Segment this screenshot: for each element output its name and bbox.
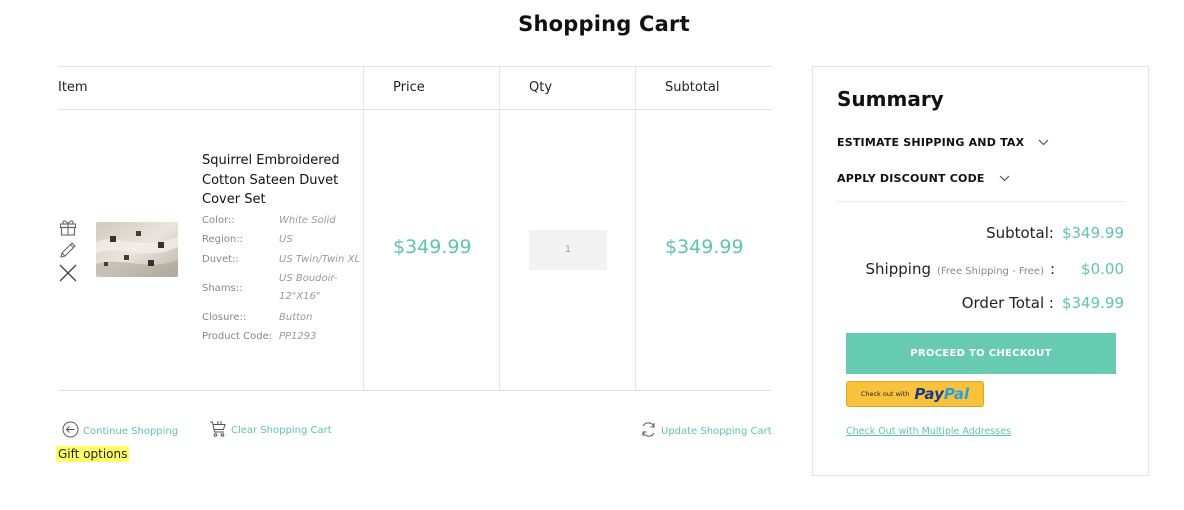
clear-cart-label: Clear Shopping Cart	[231, 425, 332, 436]
gift-options-link[interactable]: Gift options	[56, 446, 130, 462]
qty-input[interactable]	[529, 230, 607, 270]
item-price: $349.99	[393, 236, 472, 258]
option-value: PP1293	[279, 331, 317, 343]
update-cart-link[interactable]: Update Shopping Cart	[640, 421, 772, 441]
update-cart-label: Update Shopping Cart	[661, 425, 772, 437]
option-label: Duvet::	[202, 253, 239, 265]
multiple-addresses-link[interactable]: Check Out with Multiple Addresses	[846, 426, 1011, 437]
order-total-amount: $349.99	[1061, 294, 1124, 312]
subtotal-label: Subtotal:	[986, 224, 1054, 242]
product-options: Color:: White Solid Region:: US Duvet:: …	[202, 211, 364, 346]
chevron-down-icon	[999, 172, 1010, 185]
divider	[58, 390, 772, 391]
paypal-prefix: Check out with	[860, 390, 910, 398]
chevron-down-icon	[1038, 136, 1049, 149]
option-label: Color::	[202, 215, 235, 226]
option-row: Shams:: US Boudoir- 12"X16"	[202, 269, 364, 308]
summary-subtotal-row: Subtotal: $349.99	[986, 224, 1124, 242]
continue-shopping-label: Continue Shopping	[83, 425, 179, 437]
paypal-checkout-button[interactable]: Check out with PayPal	[846, 381, 984, 407]
product-image[interactable]	[96, 222, 178, 277]
page-title: Shopping Cart	[518, 12, 690, 36]
divider	[837, 201, 1125, 202]
option-row: Product Code: PP1293	[202, 327, 364, 346]
option-row: Closure:: Button	[202, 308, 364, 327]
option-row: Region:: US	[202, 230, 364, 249]
shipping-amount: $0.00	[1081, 260, 1124, 278]
summary-total-row: Order Total : $349.99	[962, 294, 1124, 312]
proceed-to-checkout-button[interactable]: PROCEED TO CHECKOUT	[846, 333, 1116, 374]
product-name[interactable]: Squirrel Embroidered Cotton Sateen Duvet…	[202, 151, 352, 210]
clear-cart-link[interactable]: Clear Shopping Cart	[209, 420, 332, 441]
option-value: Button	[279, 311, 313, 323]
header-price: Price	[393, 80, 425, 95]
discount-code-toggle[interactable]: APPLY DISCOUNT CODE	[837, 172, 1010, 185]
header-item: Item	[58, 80, 88, 95]
header-subtotal: Subtotal	[665, 80, 720, 95]
arrow-left-circle-icon	[62, 421, 79, 441]
estimate-shipping-toggle[interactable]: ESTIMATE SHIPPING AND TAX	[837, 136, 1049, 149]
header-qty: Qty	[529, 80, 553, 95]
shipping-label: Shipping	[865, 260, 931, 278]
option-value: US Twin/Twin XL	[279, 253, 360, 265]
close-icon[interactable]	[58, 263, 78, 283]
continue-shopping-link[interactable]: Continue Shopping	[62, 421, 178, 441]
refresh-icon	[640, 421, 657, 441]
item-subtotal: $349.99	[665, 236, 744, 258]
option-label: Region::	[202, 234, 243, 246]
pencil-icon[interactable]	[58, 240, 78, 260]
divider	[58, 109, 772, 110]
paypal-logo: PayPal	[914, 385, 969, 403]
option-value: US	[279, 234, 293, 246]
summary-panel: Summary ESTIMATE SHIPPING AND TAX APPLY …	[812, 66, 1149, 476]
option-value: US Boudoir- 12"X16"	[279, 273, 338, 303]
shipping-colon: :	[1049, 260, 1056, 278]
divider	[58, 66, 772, 67]
column-divider	[635, 66, 636, 390]
option-label: Shams::	[202, 282, 243, 294]
gift-icon[interactable]	[58, 217, 78, 237]
shipping-note: (Free Shipping - Free)	[936, 266, 1044, 277]
paypal-logo-pal: Pal	[943, 385, 970, 403]
summary-shipping-row: Shipping (Free Shipping - Free) : $0.00	[866, 260, 1124, 278]
paypal-logo-pay: Pay	[914, 385, 944, 403]
cart-icon	[209, 420, 227, 441]
column-divider	[499, 66, 500, 390]
option-label: Closure::	[202, 311, 247, 323]
option-value: White Solid	[279, 215, 336, 226]
option-row: Color:: White Solid	[202, 211, 364, 230]
discount-code-label: APPLY DISCOUNT CODE	[837, 172, 985, 185]
estimate-shipping-label: ESTIMATE SHIPPING AND TAX	[837, 136, 1025, 149]
option-row: Duvet:: US Twin/Twin XL	[202, 250, 364, 269]
order-total-label: Order Total :	[961, 294, 1054, 312]
summary-title: Summary	[837, 87, 944, 111]
option-label: Product Code:	[202, 331, 273, 343]
subtotal-amount: $349.99	[1061, 224, 1124, 242]
